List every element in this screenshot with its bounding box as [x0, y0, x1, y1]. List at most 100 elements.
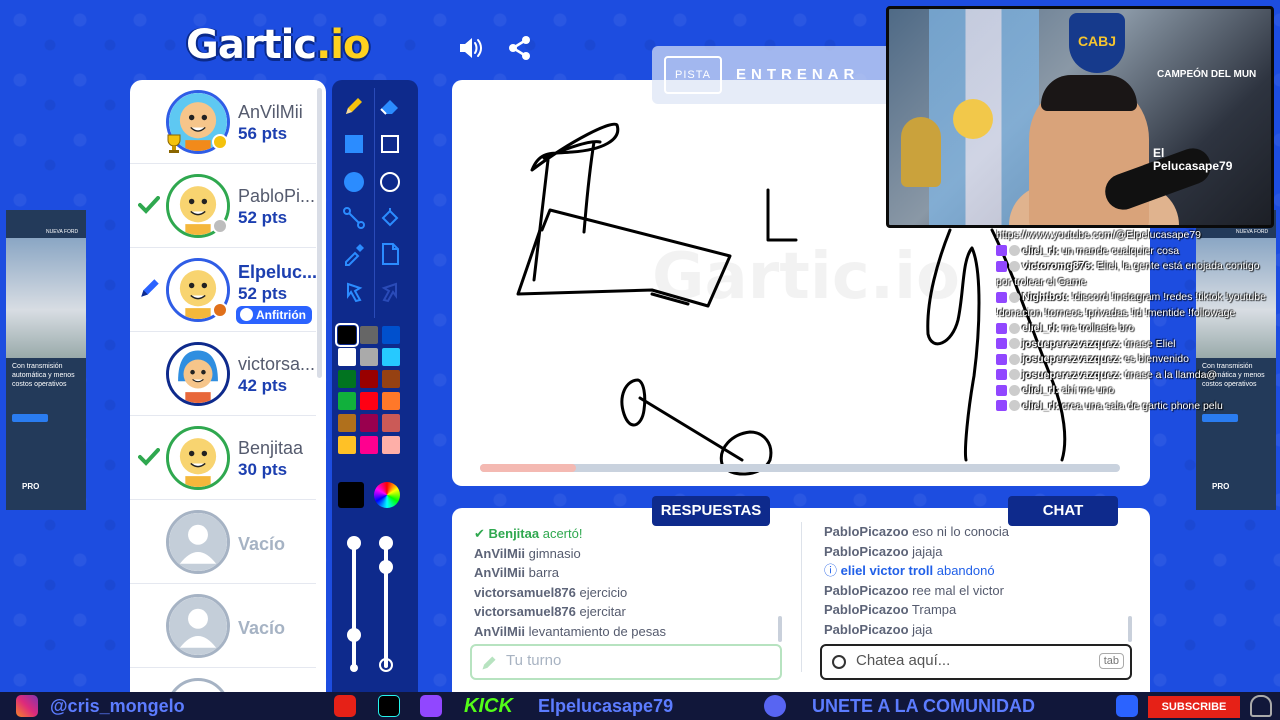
- answer-input[interactable]: [506, 652, 746, 669]
- message-user[interactable]: PabloPicazoo: [824, 622, 909, 637]
- filled-circle-tool-icon[interactable]: [336, 164, 372, 200]
- pencil-tool-icon[interactable]: [336, 88, 372, 124]
- player-name: Vacío: [238, 618, 286, 638]
- color-swatch[interactable]: [360, 348, 378, 366]
- message-user[interactable]: eliel victor troll: [841, 563, 933, 578]
- twitch-icon[interactable]: [420, 695, 442, 717]
- color-swatch[interactable]: [338, 414, 356, 432]
- like-icon[interactable]: [1116, 695, 1138, 717]
- ad-button[interactable]: [1202, 414, 1238, 422]
- slider-knob[interactable]: [379, 536, 393, 550]
- chat-user: josueperezvazquez:: [1022, 368, 1122, 381]
- message-row: AnVilMii gimnasio: [474, 544, 794, 564]
- chat-text: un mande cualquier cosa: [1061, 244, 1180, 257]
- player-card[interactable]: AnVilMii 56 pts: [130, 80, 316, 164]
- subscribe-button[interactable]: SUBSCRIBE: [1148, 696, 1240, 718]
- color-swatch[interactable]: [382, 392, 400, 410]
- current-color[interactable]: [338, 482, 364, 508]
- kick-logo[interactable]: KICK: [464, 695, 513, 717]
- chat-text: únase Eliel: [1124, 337, 1176, 350]
- brush-size-slider[interactable]: [352, 538, 356, 668]
- color-swatch[interactable]: [338, 392, 356, 410]
- fill-bucket-tool-icon[interactable]: [372, 200, 408, 236]
- train-button[interactable]: ENTRENAR: [736, 66, 859, 83]
- color-swatch[interactable]: [360, 326, 378, 344]
- color-swatch[interactable]: [360, 392, 378, 410]
- chat-scrollbar[interactable]: [1128, 616, 1132, 642]
- players-scrollbar[interactable]: [317, 88, 322, 378]
- slider-knob[interactable]: [347, 628, 361, 642]
- instagram-handle[interactable]: @cris_mongelo: [16, 695, 185, 717]
- message-row: PabloPicazoo ree mal el victor: [824, 581, 1134, 601]
- hint-button[interactable]: PISTA: [664, 56, 722, 94]
- circle-outline-tool-icon[interactable]: [372, 164, 408, 200]
- tiktok-icon[interactable]: [378, 695, 400, 717]
- color-swatch[interactable]: [382, 326, 400, 344]
- ad-banner-left[interactable]: NUEVA FORD TRANSIT MINIBUS Con transmisi…: [6, 210, 86, 510]
- color-swatch[interactable]: [382, 348, 400, 366]
- filled-rect-tool-icon[interactable]: [336, 126, 372, 162]
- slider-knob[interactable]: [347, 536, 361, 550]
- message-user[interactable]: PabloPicazoo: [824, 583, 909, 598]
- message-user[interactable]: victorsamuel876: [474, 604, 576, 619]
- answer-field[interactable]: [470, 644, 782, 680]
- discord-cta[interactable]: UNETE A LA COMUNIDAD: [812, 695, 1035, 717]
- color-swatch[interactable]: [382, 436, 400, 454]
- chat-field[interactable]: tab: [820, 644, 1132, 680]
- eraser-tool-icon[interactable]: [372, 88, 408, 124]
- eyedropper-tool-icon[interactable]: [336, 236, 372, 272]
- color-swatch[interactable]: [338, 436, 356, 454]
- stream-bar: @cris_mongelo KICK Elpelucasape79 UNETE …: [0, 692, 1280, 720]
- color-swatch[interactable]: [338, 370, 356, 388]
- message-user[interactable]: AnVilMii: [474, 546, 525, 561]
- message-user[interactable]: victorsamuel876: [474, 585, 576, 600]
- bell-icon[interactable]: [1250, 695, 1272, 717]
- message-user[interactable]: PabloPicazoo: [824, 544, 909, 559]
- discord-icon[interactable]: [764, 695, 786, 717]
- circle-outline-icon: [379, 658, 393, 672]
- undo-icon[interactable]: [336, 274, 372, 310]
- kick-username[interactable]: Elpelucasape79: [538, 695, 673, 717]
- rect-outline-tool-icon[interactable]: [372, 126, 408, 162]
- color-swatch[interactable]: [360, 436, 378, 454]
- sound-icon[interactable]: [456, 34, 484, 62]
- message-user[interactable]: AnVilMii: [474, 565, 525, 580]
- answers-scrollbar[interactable]: [778, 616, 782, 642]
- color-swatch[interactable]: [382, 414, 400, 432]
- message-user[interactable]: PabloPicazoo: [824, 524, 909, 539]
- empty-avatar-icon: [166, 678, 230, 692]
- new-page-tool-icon[interactable]: [372, 236, 408, 272]
- hint-bar: PISTA ENTRENAR: [652, 46, 892, 104]
- team-crest: CABJ: [1069, 13, 1125, 73]
- chat-input[interactable]: [856, 652, 1096, 669]
- host-badge: Anfitrión: [236, 306, 312, 324]
- redo-icon[interactable]: [372, 274, 408, 310]
- line-tool-icon[interactable]: [336, 200, 372, 236]
- empty-slot[interactable]: [130, 668, 316, 692]
- empty-slot[interactable]: Vacío: [130, 584, 316, 668]
- gartic-logo[interactable]: Gartic.io: [186, 22, 370, 68]
- color-wheel-icon[interactable]: [374, 482, 400, 508]
- color-swatch[interactable]: [335, 323, 359, 347]
- ad-button[interactable]: [12, 414, 48, 422]
- share-icon[interactable]: [506, 34, 534, 62]
- color-swatch[interactable]: [360, 370, 378, 388]
- player-card[interactable]: PabloPi... 52 pts: [130, 164, 316, 248]
- empty-slot[interactable]: Vacío: [130, 500, 316, 584]
- tool-panel: [332, 80, 418, 692]
- youtube-icon[interactable]: [334, 695, 356, 717]
- opacity-slider[interactable]: [384, 538, 388, 668]
- slider-knob[interactable]: [379, 560, 393, 574]
- color-swatch[interactable]: [338, 348, 356, 366]
- message-text: ejercicio: [579, 584, 628, 600]
- message-user[interactable]: Benjitaa: [489, 526, 540, 541]
- message-user[interactable]: PabloPicazoo: [824, 602, 909, 617]
- chat-list: PabloPicazoo eso ni lo conocia PabloPicaz…: [824, 522, 1134, 640]
- color-swatch[interactable]: [360, 414, 378, 432]
- player-card[interactable]: victorsa... 42 pts: [130, 332, 316, 416]
- message-user[interactable]: AnVilMii: [474, 624, 525, 639]
- player-card[interactable]: Elpeluc... 52 pts Anfitrión: [130, 248, 317, 332]
- color-swatch[interactable]: [382, 370, 400, 388]
- player-card[interactable]: Benjitaa 30 pts: [130, 416, 316, 500]
- message-text: acertó!: [542, 526, 583, 541]
